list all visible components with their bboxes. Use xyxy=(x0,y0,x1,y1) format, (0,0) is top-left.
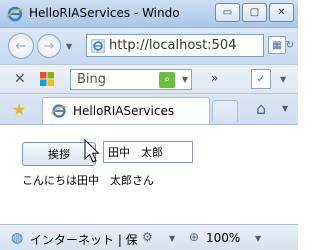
refresh-button[interactable]: ↻ xyxy=(284,36,296,54)
protected-mode-icon[interactable]: ⚙ xyxy=(142,230,153,244)
protected-mode-dropdown-icon[interactable]: ▼ xyxy=(169,234,175,243)
more-toolbar-chevron[interactable]: » xyxy=(211,71,218,85)
tab-ie-icon xyxy=(51,104,67,118)
greeting-result: こんにちは田中 太郎さん xyxy=(22,174,154,187)
new-tab-button[interactable] xyxy=(212,100,238,122)
zoom-level[interactable]: 100% xyxy=(206,231,240,245)
page-content: 挨拶 こんにちは田中 太郎さん xyxy=(0,124,298,224)
mouse-cursor-icon xyxy=(84,139,100,163)
status-bar: ◍ インターネット | 保 ⚙ ▼ ⊕ 100% ▼ xyxy=(0,224,298,250)
home-icon[interactable]: ⌂ xyxy=(256,99,266,118)
page-ie-icon xyxy=(91,38,105,53)
search-dropdown-icon[interactable]: ▼ xyxy=(179,75,191,84)
name-input[interactable] xyxy=(103,141,193,163)
address-bar[interactable]: http://localhost:504 xyxy=(86,34,264,57)
tab-label: HelloRIAServices xyxy=(73,104,175,118)
favorites-star-icon[interactable]: ★ xyxy=(12,100,26,119)
search-go-icon[interactable]: ⌕ xyxy=(159,71,175,88)
windows-logo-icon[interactable] xyxy=(39,71,55,87)
tab-bar: ★ HelloRIAServices ⌂ ▼ xyxy=(0,94,298,124)
window-title: HelloRIAServices - Windo xyxy=(29,6,180,20)
caption-buttons: ▭ ▢ ✕ xyxy=(215,3,294,22)
close-button[interactable]: ✕ xyxy=(269,3,294,22)
back-button[interactable]: ← xyxy=(8,33,34,59)
search-toolbar: ✕ Bing ⌕ ▼ » ✓ ▼ xyxy=(0,64,298,94)
maximize-button[interactable]: ▢ xyxy=(242,3,267,22)
title-bar: HelloRIAServices - Windo ▭ ▢ ✕ xyxy=(0,0,298,28)
zoom-magnifier-icon[interactable]: ⊕ xyxy=(189,230,199,244)
back-arrow-icon: ← xyxy=(15,38,27,54)
tab-hellorias[interactable]: HelloRIAServices xyxy=(42,97,210,124)
recent-pages-dropdown[interactable]: ▼ xyxy=(66,42,72,51)
address-text: http://localhost:504 xyxy=(109,38,237,53)
search-input[interactable]: Bing ⌕ ▼ xyxy=(70,69,192,90)
forward-arrow-icon: → xyxy=(43,38,55,54)
tools-button[interactable]: ✓ xyxy=(251,69,271,89)
minimize-button[interactable]: ▭ xyxy=(215,3,240,22)
internet-globe-icon: ◍ xyxy=(11,230,24,246)
ie-icon xyxy=(7,6,23,22)
zoom-dropdown-icon[interactable]: ▼ xyxy=(255,234,261,243)
close-toolbar-icon[interactable]: ✕ xyxy=(14,71,26,87)
navigation-bar: ← → ▼ http://localhost:504 ▦ ↻ xyxy=(0,28,298,64)
tools-dropdown-icon[interactable]: ▼ xyxy=(280,75,286,84)
refresh-icon: ↻ xyxy=(285,39,295,51)
forward-button[interactable]: → xyxy=(37,34,61,58)
tools-icon: ✓ xyxy=(256,73,266,85)
home-dropdown-icon[interactable]: ▼ xyxy=(282,104,288,113)
security-zone: インターネット | 保 xyxy=(30,233,138,247)
search-value: Bing xyxy=(77,72,107,87)
compat-view-icon: ▦ xyxy=(272,39,282,51)
